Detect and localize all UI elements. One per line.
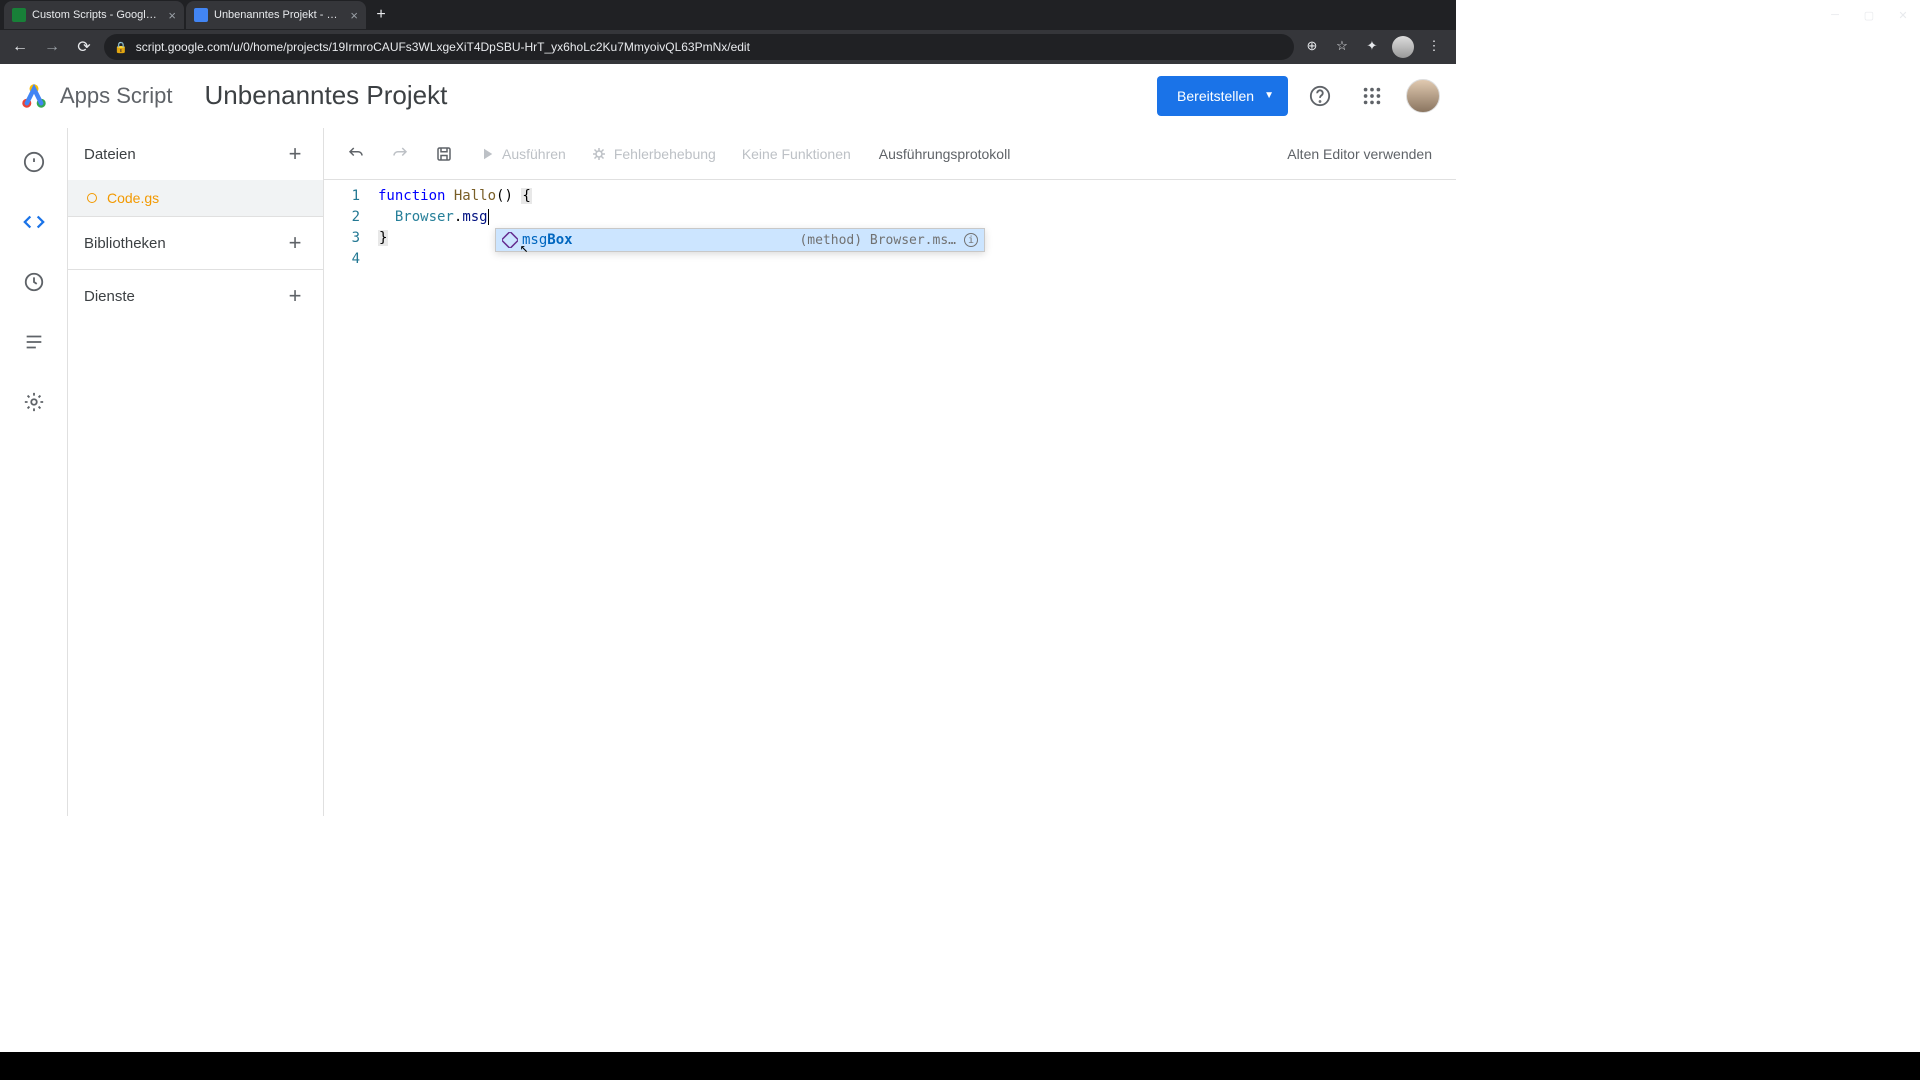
line-number: 1: [324, 186, 360, 207]
line-number: 2: [324, 207, 360, 228]
lock-icon: 🔒: [114, 41, 128, 54]
url-text: script.google.com/u/0/home/projects/19Ir…: [136, 40, 750, 54]
run-label: Ausführen: [502, 146, 566, 162]
code-editor[interactable]: 1 2 3 4 function Hallo() { Browser.msg} …: [324, 180, 1456, 816]
services-header: Dienste +: [68, 270, 323, 322]
services-label: Dienste: [84, 288, 135, 305]
icon-rail: [0, 128, 68, 816]
editor-toolbar: Ausführen Fehlerbehebung Keine Funktione…: [324, 128, 1456, 180]
menu-icon[interactable]: ⋮: [1424, 36, 1444, 56]
reload-button[interactable]: ⟳: [72, 35, 96, 59]
autocomplete-match: msg: [522, 230, 547, 251]
minimize-button[interactable]: ─: [1818, 0, 1852, 30]
autocomplete-popup[interactable]: msgBox (method) Browser.ms… i: [495, 228, 985, 252]
back-button[interactable]: ←: [8, 35, 32, 59]
debug-label: Fehlerbehebung: [614, 146, 716, 162]
extensions-icon[interactable]: ✦: [1362, 36, 1382, 56]
tab-bar: Custom Scripts - Google Tabellen × Unben…: [0, 0, 1456, 30]
executions-button[interactable]: [14, 322, 54, 362]
execution-log-button[interactable]: Ausführungsprotokoll: [869, 146, 1021, 162]
profile-avatar-icon[interactable]: [1392, 36, 1414, 58]
main-area: Dateien + Code.gs Bibliotheken + Dienste…: [0, 128, 1456, 816]
overview-button[interactable]: [14, 142, 54, 182]
editor-button[interactable]: [14, 202, 54, 242]
add-service-button[interactable]: +: [283, 284, 307, 308]
new-tab-button[interactable]: +: [368, 2, 394, 28]
save-button[interactable]: [426, 136, 462, 172]
debug-button[interactable]: Fehlerbehebung: [582, 136, 724, 172]
file-name: Code.gs: [107, 190, 159, 206]
apps-button[interactable]: [1352, 76, 1392, 116]
code-lines[interactable]: function Hallo() { Browser.msg} msgBox (…: [378, 186, 1456, 816]
apps-script-logo-icon[interactable]: [16, 78, 52, 114]
files-header: Dateien +: [68, 128, 323, 180]
maximize-button[interactable]: ▢: [1852, 0, 1886, 30]
file-item-code[interactable]: Code.gs: [68, 180, 323, 216]
line-number: 4: [324, 249, 360, 270]
run-button[interactable]: Ausführen: [470, 136, 574, 172]
editor-wrap: Ausführen Fehlerbehebung Keine Funktione…: [324, 128, 1456, 816]
libraries-header: Bibliotheken +: [68, 217, 323, 269]
app-header: Apps Script Unbenanntes Projekt Bereitst…: [0, 64, 1456, 128]
files-label: Dateien: [84, 146, 136, 163]
triggers-button[interactable]: [14, 262, 54, 302]
code-line[interactable]: function Hallo() {: [378, 186, 1456, 207]
autocomplete-item[interactable]: msgBox (method) Browser.ms… i: [496, 229, 984, 251]
add-library-button[interactable]: +: [283, 231, 307, 255]
method-icon: [502, 232, 518, 248]
legacy-editor-button[interactable]: Alten Editor verwenden: [1277, 146, 1442, 162]
forward-button[interactable]: →: [40, 35, 64, 59]
side-panel: Dateien + Code.gs Bibliotheken + Dienste…: [68, 128, 324, 816]
close-icon[interactable]: ×: [350, 8, 358, 23]
autocomplete-hint: (method) Browser.ms…: [799, 230, 956, 251]
deploy-label: Bereitstellen: [1177, 88, 1254, 104]
tab-title: Unbenanntes Projekt - Projekt-E: [214, 9, 344, 21]
redo-button[interactable]: [382, 136, 418, 172]
code-line[interactable]: Browser.msg: [378, 207, 1456, 228]
app-name: Apps Script: [60, 83, 173, 109]
tab-title: Custom Scripts - Google Tabellen: [32, 9, 162, 21]
close-icon[interactable]: ×: [168, 8, 176, 23]
deploy-button[interactable]: Bereitstellen ▼: [1157, 76, 1288, 116]
script-icon: [194, 8, 208, 22]
autocomplete-rest: Box: [547, 230, 572, 251]
close-window-button[interactable]: ✕: [1886, 0, 1920, 30]
url-input[interactable]: 🔒 script.google.com/u/0/home/projects/19…: [104, 34, 1294, 60]
sheets-icon: [12, 8, 26, 22]
info-icon[interactable]: i: [964, 233, 978, 247]
window-controls: ─ ▢ ✕: [1818, 0, 1920, 30]
libraries-label: Bibliotheken: [84, 235, 166, 252]
line-number: 3: [324, 228, 360, 249]
zoom-icon[interactable]: ⊕: [1302, 36, 1322, 56]
user-avatar[interactable]: [1406, 79, 1440, 113]
undo-button[interactable]: [338, 136, 374, 172]
taskbar[interactable]: [0, 1052, 1920, 1080]
address-bar: ← → ⟳ 🔒 script.google.com/u/0/home/proje…: [0, 30, 1456, 64]
modified-dot-icon: [87, 193, 97, 203]
browser-tab-0[interactable]: Custom Scripts - Google Tabellen ×: [4, 1, 184, 29]
browser-chrome: Custom Scripts - Google Tabellen × Unben…: [0, 0, 1456, 64]
code-line[interactable]: [378, 249, 1456, 270]
project-title[interactable]: Unbenanntes Projekt: [205, 80, 1158, 111]
star-icon[interactable]: ☆: [1332, 36, 1352, 56]
settings-button[interactable]: [14, 382, 54, 422]
help-button[interactable]: [1300, 76, 1340, 116]
add-file-button[interactable]: +: [283, 142, 307, 166]
function-select[interactable]: Keine Funktionen: [732, 146, 861, 162]
browser-tab-1[interactable]: Unbenanntes Projekt - Projekt-E ×: [186, 1, 366, 29]
chevron-down-icon: ▼: [1264, 90, 1274, 101]
line-gutter: 1 2 3 4: [324, 186, 378, 816]
